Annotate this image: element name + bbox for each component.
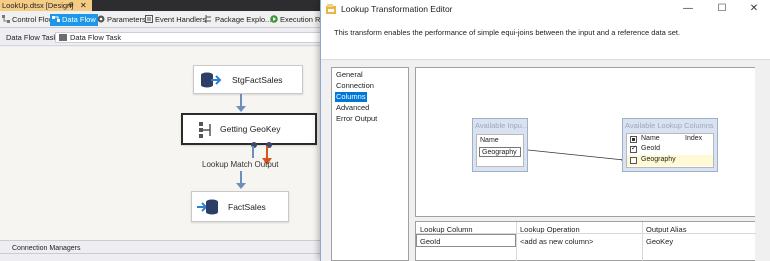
connection-managers-tab[interactable]: Connection Managers: [0, 244, 330, 254]
tab-data-flow[interactable]: Data Flow: [50, 14, 98, 26]
tab-package-explorer[interactable]: Package Explo...: [203, 14, 273, 26]
lookup-match-output-label[interactable]: Lookup Match Output: [202, 160, 279, 169]
lookup-column-geography[interactable]: Geography: [641, 156, 676, 163]
tab-label: Control Flow: [12, 15, 55, 24]
maximize-button[interactable]: ☐: [715, 3, 729, 15]
lookup-columns-grid: Name Index GeoId Geography: [626, 133, 714, 168]
arrowhead-icon: [236, 183, 246, 189]
source-node-stgfactsales[interactable]: StgFactSales: [193, 65, 303, 94]
tab-event-handlers[interactable]: Event Handlers: [143, 14, 208, 26]
description-panel: This transform enables the performance o…: [321, 18, 770, 60]
execution-results-icon: [270, 15, 278, 23]
column-divider: [642, 222, 643, 261]
document-tab-title: LookUp.dtsx [Design]: [2, 1, 74, 10]
minimize-button[interactable]: —: [681, 3, 695, 15]
designer-tab-bar: Control Flow Data Flow Parameters Event …: [0, 12, 330, 28]
nav-item-general[interactable]: General: [335, 70, 364, 80]
node-label: FactSales: [228, 201, 266, 212]
data-flow-task-label: Data Flow Task:: [6, 33, 60, 42]
design-canvas[interactable]: StgFactSales Getting GeoKey Lookup Match…: [0, 47, 330, 240]
destination-node-factsales[interactable]: FactSales: [191, 191, 289, 222]
page-navigation-list: General Connection Columns Advanced Erro…: [331, 67, 409, 261]
input-column-name: Geography: [482, 149, 517, 156]
dialog-title: Lookup Transformation Editor: [341, 4, 453, 14]
close-button[interactable]: ✕: [747, 3, 761, 15]
tab-parameters[interactable]: Parameters: [95, 14, 148, 26]
dialog-title-bar[interactable]: Lookup Transformation Editor — ☐ ✕: [321, 0, 770, 18]
data-flow-task-value: Data Flow Task: [70, 33, 122, 42]
pin-icon[interactable]: ⊕: [68, 0, 74, 11]
nav-item-error-output[interactable]: Error Output: [335, 114, 378, 124]
node-label: Getting GeoKey: [220, 124, 281, 134]
description-text: This transform enables the performance o…: [334, 28, 681, 37]
geography-checkbox[interactable]: [630, 157, 637, 164]
data-flow-task-icon: [59, 34, 67, 41]
input-name-header: Name: [480, 137, 499, 144]
control-flow-icon: [2, 15, 10, 23]
lookup-name-header: Name: [641, 135, 660, 142]
data-flow-task-select[interactable]: Data Flow Task: [55, 32, 330, 43]
ole-db-destination-icon: [197, 199, 218, 215]
tab-label: Package Explo...: [215, 15, 272, 24]
lookup-index-header: Index: [685, 135, 703, 142]
column-divider: [516, 222, 517, 261]
editor-app-icon: [326, 4, 336, 14]
available-input-columns-header: Available Inpu...: [475, 121, 529, 130]
column-mapping-area[interactable]: Available Inpu... Name Geography Availab…: [415, 67, 755, 217]
match-output-arrow-upper[interactable]: [252, 146, 254, 158]
lookup-transformation-editor-dialog: Lookup Transformation Editor — ☐ ✕ This …: [320, 0, 770, 261]
tab-control-flow[interactable]: Control Flow: [0, 14, 56, 26]
output-columns-grid: Lookup Column Lookup Operation Output Al…: [415, 221, 756, 261]
data-flow-task-bar: Data Flow Task: Data Flow Task: [0, 29, 330, 46]
tab-label: Parameters: [107, 15, 146, 24]
lookup-operation-value[interactable]: <add as new column>: [520, 237, 593, 246]
nav-item-columns[interactable]: Columns: [335, 92, 367, 102]
event-handlers-icon: [145, 15, 153, 23]
available-lookup-columns-box[interactable]: Available Lookup Columns Name Index GeoI…: [622, 118, 718, 172]
node-label: StgFactSales: [232, 74, 283, 85]
output-alias-value[interactable]: GeoKey: [646, 237, 673, 246]
available-input-columns-box[interactable]: Available Inpu... Name Geography: [472, 118, 528, 172]
input-columns-grid: Name Geography: [476, 134, 524, 167]
geoid-checkbox[interactable]: [630, 144, 637, 153]
lookup-column-geoid[interactable]: GeoId: [641, 145, 660, 152]
join-connector-line[interactable]: [528, 148, 624, 162]
select-all-checkbox[interactable]: [630, 136, 637, 143]
tab-label: Event Handlers: [155, 15, 207, 24]
lookup-transform-icon: [199, 122, 211, 138]
nav-item-advanced[interactable]: Advanced: [335, 103, 370, 113]
data-flow-icon: [52, 16, 60, 22]
lookup-node-getting-geokey[interactable]: Getting GeoKey: [181, 113, 317, 148]
parameters-icon: [97, 15, 105, 23]
lookup-column-value: GeoId: [420, 237, 441, 246]
package-explorer-icon: [205, 15, 211, 23]
document-tab[interactable]: LookUp.dtsx [Design] ⊕ ✕: [0, 0, 92, 11]
available-lookup-columns-header: Available Lookup Columns: [625, 121, 714, 130]
close-tab-icon[interactable]: ✕: [80, 0, 87, 11]
arrowhead-icon: [236, 106, 246, 112]
document-tab-strip: LookUp.dtsx [Design] ⊕ ✕: [0, 0, 330, 11]
tab-label: Data Flow: [62, 15, 96, 24]
input-column-row[interactable]: Geography: [479, 147, 521, 157]
ole-db-source-icon: [201, 72, 222, 88]
connection-managers-panel: Connection Managers: [0, 240, 330, 261]
ssis-designer-window: LookUp.dtsx [Design] ⊕ ✕ Control Flow Da…: [0, 0, 330, 261]
nav-item-connection[interactable]: Connection: [335, 81, 375, 91]
